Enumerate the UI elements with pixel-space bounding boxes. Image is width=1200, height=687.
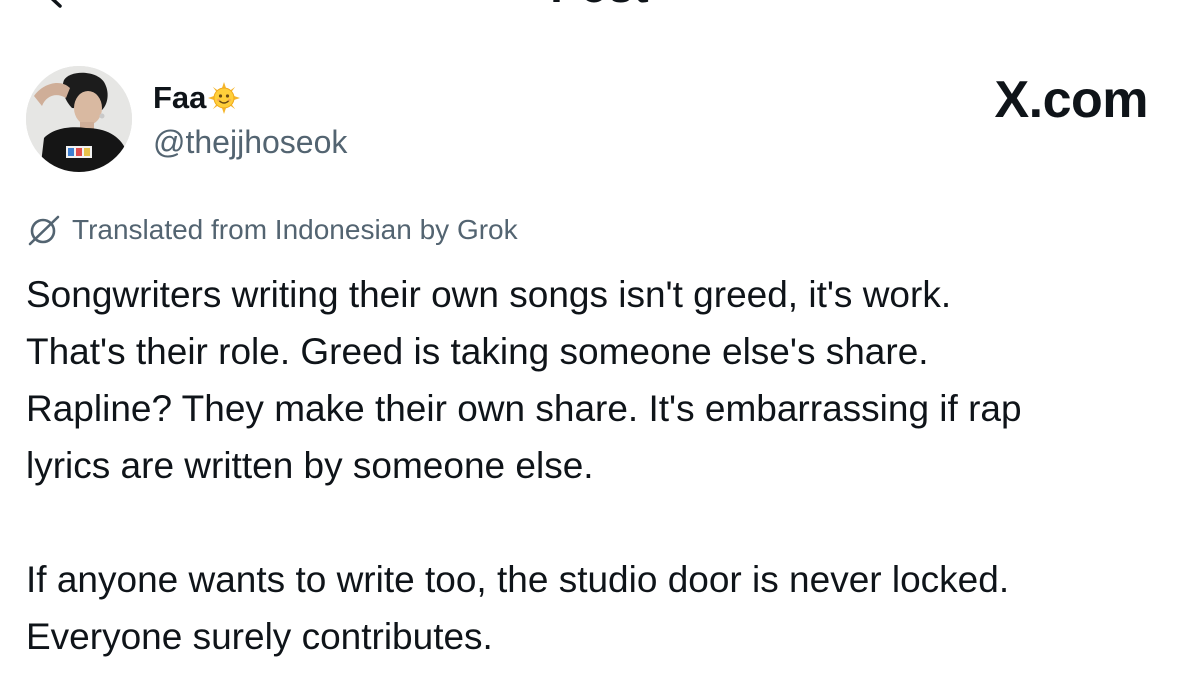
post-text-line: If anyone wants to write too, the studio… [26,559,1010,600]
top-header: Post [0,0,1200,14]
post-text-line: Songwriters writing their own songs isn'… [26,274,952,315]
translation-notice[interactable]: Translated from Indonesian by Grok [26,212,518,248]
avatar-image [26,66,132,172]
sun-with-face-icon [208,82,241,114]
user-handle[interactable]: @thejjhoseok [153,122,347,162]
post-text-line: Everyone surely contributes. [26,616,493,657]
post-text: Songwriters writing their own songs isn'… [26,266,1176,665]
post-text-line: Rapline? They make their own share. It's… [26,388,1022,429]
avatar[interactable] [26,66,132,172]
name-line: Faa [153,80,241,116]
translation-notice-label: Translated from Indonesian by Grok [72,214,518,245]
display-name[interactable]: Faa [153,80,206,116]
post-text-line: lyrics are written by someone else. [26,445,594,486]
grok-icon [28,215,60,246]
post-text-line: That's their role. Greed is taking someo… [26,331,929,372]
brand-watermark: X.com [994,71,1148,129]
post-author: Faa @thejjhoseok [26,66,726,176]
page-title: Post [0,0,1200,14]
